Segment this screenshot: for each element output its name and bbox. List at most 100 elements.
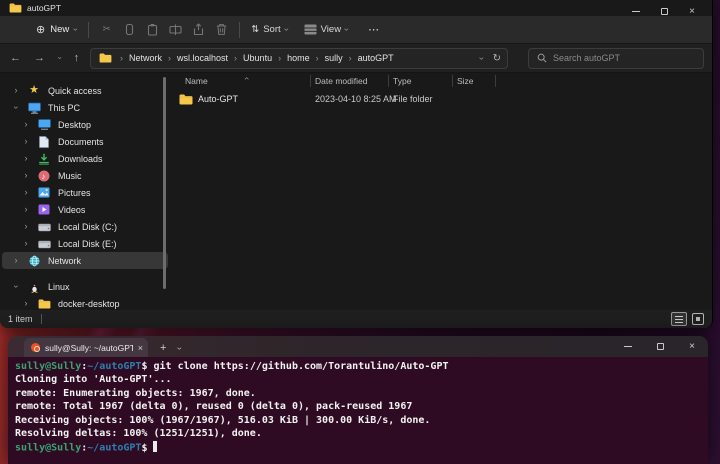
chevron-right-icon: ›: [22, 154, 30, 163]
file-name: Auto-GPT: [198, 94, 238, 104]
file-list-pane: Name › Date modified Type Size Auto-GPT …: [170, 73, 712, 310]
file-type: File folder: [393, 94, 433, 104]
sidebar-item-documents[interactable]: › Documents: [2, 133, 168, 150]
explorer-tab-autogpt[interactable]: autoGPT: [9, 1, 61, 15]
sidebar-item-local-disk-e[interactable]: › Local Disk (E:): [2, 235, 168, 252]
chevron-down-icon: ›: [71, 28, 80, 31]
sidebar-item-label: Quick access: [48, 86, 102, 96]
column-header-size[interactable]: Size: [457, 76, 474, 86]
column-divider[interactable]: [310, 75, 311, 87]
details-view-button[interactable]: [671, 312, 687, 326]
column-divider[interactable]: [495, 75, 496, 87]
chevron-down-icon: ›: [342, 28, 351, 31]
breadcrumb-item-ubuntu[interactable]: Ubuntu: [243, 53, 272, 63]
chevron-right-icon: ›: [22, 137, 30, 146]
sidebar-item-this-pc[interactable]: › This PC: [2, 99, 168, 116]
prompt-user: sully@Sully: [15, 443, 81, 454]
sidebar-item-network[interactable]: › Network: [2, 252, 168, 269]
recent-locations-button[interactable]: ›: [55, 57, 63, 60]
column-header-type[interactable]: Type: [393, 76, 411, 86]
sidebar-item-label: Documents: [58, 137, 104, 147]
breadcrumb-item-network[interactable]: Network: [129, 53, 162, 63]
star-icon: ★: [27, 85, 41, 96]
breadcrumb-item-sully[interactable]: sully: [325, 53, 343, 63]
terminal-tab[interactable]: sully@Sully: ~/autoGPT ×: [24, 338, 148, 357]
ubuntu-icon: [31, 343, 40, 352]
view-button[interactable]: View ›: [304, 24, 348, 35]
explorer-command-bar: ⊕ New › ✂ ⇅ Sort › View › ⋯: [0, 16, 712, 44]
network-globe-icon: [27, 255, 41, 267]
close-icon: ×: [689, 341, 695, 352]
share-button[interactable]: [192, 23, 205, 36]
address-dropdown-button[interactable]: ›: [477, 57, 486, 60]
sidebar-item-linux[interactable]: › Linux: [2, 278, 168, 295]
sidebar-item-videos[interactable]: › Videos: [2, 201, 168, 218]
prompt-path: ~/autoGPT: [87, 361, 141, 372]
breadcrumb-item-wsl-localhost[interactable]: wsl.localhost: [177, 53, 228, 63]
navigation-buttons: ← → › ↑: [10, 52, 90, 64]
chevron-right-icon: ›: [22, 120, 30, 129]
terminal-output-line: remote: Enumerating objects: 1967, done.: [15, 388, 708, 401]
sidebar-scrollbar[interactable]: [163, 77, 166, 289]
maximize-button[interactable]: [650, 2, 678, 20]
minimize-icon: [632, 11, 640, 12]
column-divider[interactable]: [388, 75, 389, 87]
breadcrumb-separator: ›: [349, 53, 352, 63]
search-input[interactable]: [553, 53, 683, 63]
thumbnails-view-icon: [696, 317, 700, 321]
delete-button[interactable]: [215, 23, 228, 36]
terminal-output-line: Receiving objects: 100% (1967/1967), 516…: [15, 415, 708, 428]
chevron-right-icon: ›: [22, 222, 30, 231]
sidebar-item-music[interactable]: › ♪ Music: [2, 167, 168, 184]
close-button[interactable]: ×: [678, 2, 706, 20]
sidebar-item-quick-access[interactable]: › ★ Quick access: [2, 82, 168, 99]
sidebar-item-pictures[interactable]: › Pictures: [2, 184, 168, 201]
refresh-button[interactable]: ↻: [493, 53, 501, 64]
paste-button[interactable]: [146, 23, 159, 36]
cut-button[interactable]: ✂: [100, 23, 113, 36]
copy-button[interactable]: [123, 23, 136, 36]
minimize-icon: [624, 346, 632, 347]
breadcrumb[interactable]: › Network › wsl.localhost › Ubuntu › hom…: [90, 48, 508, 69]
file-explorer-window: autoGPT × ⊕ New › ✂ ⇅ Sort ›: [0, 0, 713, 328]
tab-close-icon[interactable]: ×: [138, 343, 143, 353]
maximize-button[interactable]: [644, 336, 676, 357]
sidebar-item-local-disk-c[interactable]: › Local Disk (C:): [2, 218, 168, 235]
sidebar-item-label: Desktop: [58, 120, 91, 130]
folder-icon: [179, 94, 193, 107]
minimize-button[interactable]: [612, 336, 644, 357]
tab-dropdown-button[interactable]: ›: [175, 347, 184, 350]
breadcrumb-item-autogpt[interactable]: autoGPT: [358, 53, 394, 63]
minimize-button[interactable]: [622, 2, 650, 20]
file-row-auto-gpt[interactable]: Auto-GPT 2023-04-10 8:25 AM File folder: [170, 93, 712, 109]
thumbnails-view-button[interactable]: [692, 313, 704, 325]
terminal-window-controls: ×: [612, 336, 708, 357]
search-box[interactable]: [528, 48, 704, 69]
column-divider[interactable]: [452, 75, 453, 87]
terminal-command-line: sully@Sully:~/autoGPT$git clone https://…: [15, 361, 708, 374]
pictures-icon: [37, 187, 51, 198]
up-button[interactable]: ↑: [74, 52, 80, 64]
breadcrumb-item-home[interactable]: home: [287, 53, 310, 63]
forward-button[interactable]: →: [34, 52, 45, 64]
rename-button[interactable]: [169, 23, 182, 36]
paste-icon: [146, 23, 159, 36]
new-button[interactable]: ⊕ New ›: [36, 23, 77, 36]
folder-icon: [9, 3, 22, 13]
terminal-output-line: Cloning into 'Auto-GPT'...: [15, 374, 708, 387]
sidebar-item-downloads[interactable]: › Downloads: [2, 150, 168, 167]
terminal-output[interactable]: sully@Sully:~/autoGPT$git clone https://…: [8, 357, 708, 464]
terminal-tab-title: sully@Sully: ~/autoGPT: [45, 343, 133, 353]
sort-button[interactable]: ⇅ Sort ›: [251, 24, 287, 35]
chevron-down-icon: ›: [12, 104, 21, 112]
back-button[interactable]: ←: [10, 52, 21, 64]
more-options-button[interactable]: ⋯: [368, 23, 379, 36]
column-header-date-modified[interactable]: Date modified: [315, 76, 367, 86]
sidebar-item-desktop[interactable]: › Desktop: [2, 116, 168, 133]
column-header-name[interactable]: Name: [185, 76, 208, 86]
maximize-icon: [661, 8, 668, 15]
prompt-symbol: $: [141, 443, 147, 454]
new-tab-button[interactable]: +: [160, 342, 166, 354]
close-button[interactable]: ×: [676, 336, 708, 357]
disk-icon: [37, 222, 51, 232]
